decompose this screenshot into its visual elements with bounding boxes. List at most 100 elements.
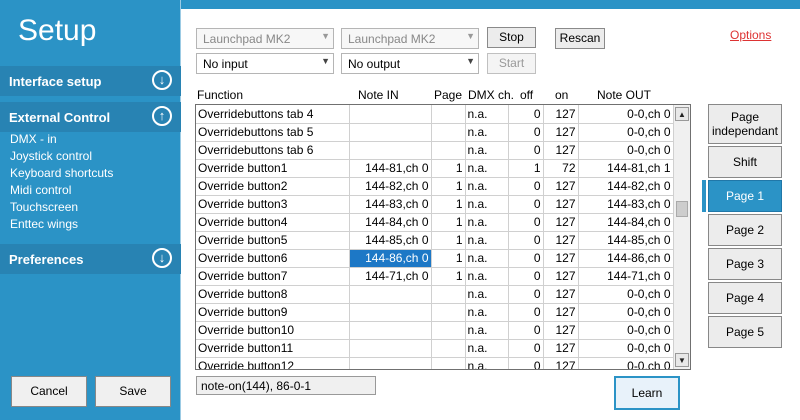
- table-cell[interactable]: Override button2: [196, 177, 350, 196]
- section-interface-setup[interactable]: Interface setup ↓: [0, 66, 181, 96]
- output-select[interactable]: No output ▼: [341, 53, 479, 74]
- table-cell[interactable]: 127: [543, 231, 579, 250]
- scroll-thumb[interactable]: [676, 201, 688, 217]
- table-cell[interactable]: 1: [431, 159, 466, 178]
- table-cell[interactable]: 127: [543, 267, 579, 286]
- table-cell[interactable]: Override button12: [196, 357, 350, 369]
- table-row[interactable]: Override button8 n.a. 0 127 0-0,ch 0: [196, 285, 674, 304]
- table-row[interactable]: Override button3 144-83,ch 0 1 n.a. 0 127 144-…: [196, 195, 674, 214]
- rescan-button[interactable]: Rescan: [555, 28, 605, 49]
- table-cell[interactable]: [349, 357, 432, 369]
- table-cell[interactable]: n.a.: [465, 141, 509, 160]
- input-select[interactable]: No input ▼: [196, 53, 334, 74]
- page-1-button[interactable]: Page 1: [708, 180, 782, 212]
- table-cell[interactable]: 0-0,ch 0: [578, 321, 674, 340]
- table-cell[interactable]: [431, 339, 466, 358]
- table-row[interactable]: Override button1 144-81,ch 0 1 n.a. 1 72 144-8…: [196, 159, 674, 178]
- table-cell[interactable]: 127: [543, 105, 579, 124]
- page-3-button[interactable]: Page 3: [708, 248, 782, 280]
- table-row[interactable]: Overridebuttons tab 6 n.a. 0 127 0-0,ch 0: [196, 141, 674, 160]
- table-cell[interactable]: n.a.: [465, 195, 509, 214]
- table-row[interactable]: Override button2 144-82,ch 0 1 n.a. 0 127 144-…: [196, 177, 674, 196]
- start-button[interactable]: Start: [487, 53, 536, 74]
- table-cell[interactable]: 127: [543, 303, 579, 322]
- stop-button[interactable]: Stop: [487, 27, 536, 48]
- table-cell[interactable]: Override button9: [196, 303, 350, 322]
- table-cell[interactable]: [349, 141, 432, 160]
- table-cell[interactable]: n.a.: [465, 357, 509, 369]
- table-cell[interactable]: 127: [543, 357, 579, 369]
- page-5-button[interactable]: Page 5: [708, 316, 782, 348]
- mapping-grid[interactable]: Overridebuttons tab 4 n.a. 0 127 0-0,ch 0 Ove…: [195, 104, 691, 370]
- table-cell[interactable]: 144-82,ch 0: [578, 177, 674, 196]
- table-cell[interactable]: 0: [508, 339, 544, 358]
- table-cell[interactable]: 0-0,ch 0: [578, 123, 674, 142]
- table-cell[interactable]: 0: [508, 303, 544, 322]
- scroll-up-icon[interactable]: ▲: [675, 107, 689, 121]
- table-cell[interactable]: 1: [431, 195, 466, 214]
- table-cell[interactable]: 144-83,ch 0: [349, 195, 432, 214]
- table-row[interactable]: Overridebuttons tab 4 n.a. 0 127 0-0,ch 0: [196, 105, 674, 124]
- table-cell[interactable]: 144-84,ch 0: [578, 213, 674, 232]
- table-cell[interactable]: 0: [508, 267, 544, 286]
- table-cell[interactable]: Override button11: [196, 339, 350, 358]
- table-cell[interactable]: 0-0,ch 0: [578, 303, 674, 322]
- table-cell[interactable]: 127: [543, 123, 579, 142]
- sidebar-item-touchscreen[interactable]: Touchscreen: [10, 200, 78, 214]
- table-cell[interactable]: 127: [543, 321, 579, 340]
- table-row[interactable]: Override button5 144-85,ch 0 1 n.a. 0 127 144-…: [196, 231, 674, 250]
- table-cell[interactable]: 144-83,ch 0: [578, 195, 674, 214]
- table-cell[interactable]: 0: [508, 195, 544, 214]
- sidebar-item-keyboard-shortcuts[interactable]: Keyboard shortcuts: [10, 166, 113, 180]
- table-cell[interactable]: 144-71,ch 0: [349, 267, 432, 286]
- table-cell[interactable]: [431, 357, 466, 369]
- collapse-up-icon[interactable]: ↑: [152, 106, 172, 126]
- expand-down-icon[interactable]: ↓: [152, 70, 172, 90]
- table-cell[interactable]: 127: [543, 339, 579, 358]
- table-cell[interactable]: 144-86,ch 0: [349, 249, 432, 268]
- table-cell[interactable]: 0-0,ch 0: [578, 105, 674, 124]
- table-cell[interactable]: 127: [543, 195, 579, 214]
- table-cell[interactable]: 0: [508, 105, 544, 124]
- table-cell[interactable]: 1: [431, 231, 466, 250]
- table-row[interactable]: Override button4 144-84,ch 0 1 n.a. 0 127 144-…: [196, 213, 674, 232]
- table-cell[interactable]: n.a.: [465, 231, 509, 250]
- table-cell[interactable]: 144-81,ch 1: [578, 159, 674, 178]
- table-cell[interactable]: [349, 321, 432, 340]
- table-cell[interactable]: 0: [508, 285, 544, 304]
- sidebar-item-dmx-in[interactable]: DMX - in: [10, 132, 57, 146]
- table-cell[interactable]: 0: [508, 123, 544, 142]
- table-cell[interactable]: n.a.: [465, 123, 509, 142]
- section-preferences[interactable]: Preferences ↓: [0, 244, 181, 274]
- table-cell[interactable]: 144-81,ch 0: [349, 159, 432, 178]
- table-cell[interactable]: n.a.: [465, 267, 509, 286]
- table-cell[interactable]: n.a.: [465, 105, 509, 124]
- table-cell[interactable]: [349, 303, 432, 322]
- table-cell[interactable]: Override button3: [196, 195, 350, 214]
- table-cell[interactable]: 1: [508, 159, 544, 178]
- table-cell[interactable]: [349, 285, 432, 304]
- table-cell[interactable]: Override button4: [196, 213, 350, 232]
- table-cell[interactable]: [431, 321, 466, 340]
- table-cell[interactable]: [349, 105, 432, 124]
- table-cell[interactable]: Overridebuttons tab 5: [196, 123, 350, 142]
- table-cell[interactable]: 0-0,ch 0: [578, 141, 674, 160]
- table-cell[interactable]: 144-71,ch 0: [578, 267, 674, 286]
- table-cell[interactable]: 1: [431, 213, 466, 232]
- table-row[interactable]: Override button7 144-71,ch 0 1 n.a. 0 127 144-…: [196, 267, 674, 286]
- cancel-button[interactable]: Cancel: [11, 376, 87, 407]
- table-cell[interactable]: 1: [431, 177, 466, 196]
- table-cell[interactable]: Override button7: [196, 267, 350, 286]
- page-2-button[interactable]: Page 2: [708, 214, 782, 246]
- table-cell[interactable]: 127: [543, 177, 579, 196]
- table-cell[interactable]: 127: [543, 213, 579, 232]
- table-cell[interactable]: n.a.: [465, 177, 509, 196]
- table-cell[interactable]: 0-0,ch 0: [578, 285, 674, 304]
- sidebar-item-enttec-wings[interactable]: Enttec wings: [10, 217, 78, 231]
- scroll-down-icon[interactable]: ▼: [675, 353, 689, 367]
- page-independant-button[interactable]: Page independant: [708, 104, 782, 144]
- learn-button[interactable]: Learn: [614, 376, 680, 410]
- table-cell[interactable]: 127: [543, 249, 579, 268]
- table-cell[interactable]: 144-86,ch 0: [578, 249, 674, 268]
- table-cell[interactable]: 1: [431, 267, 466, 286]
